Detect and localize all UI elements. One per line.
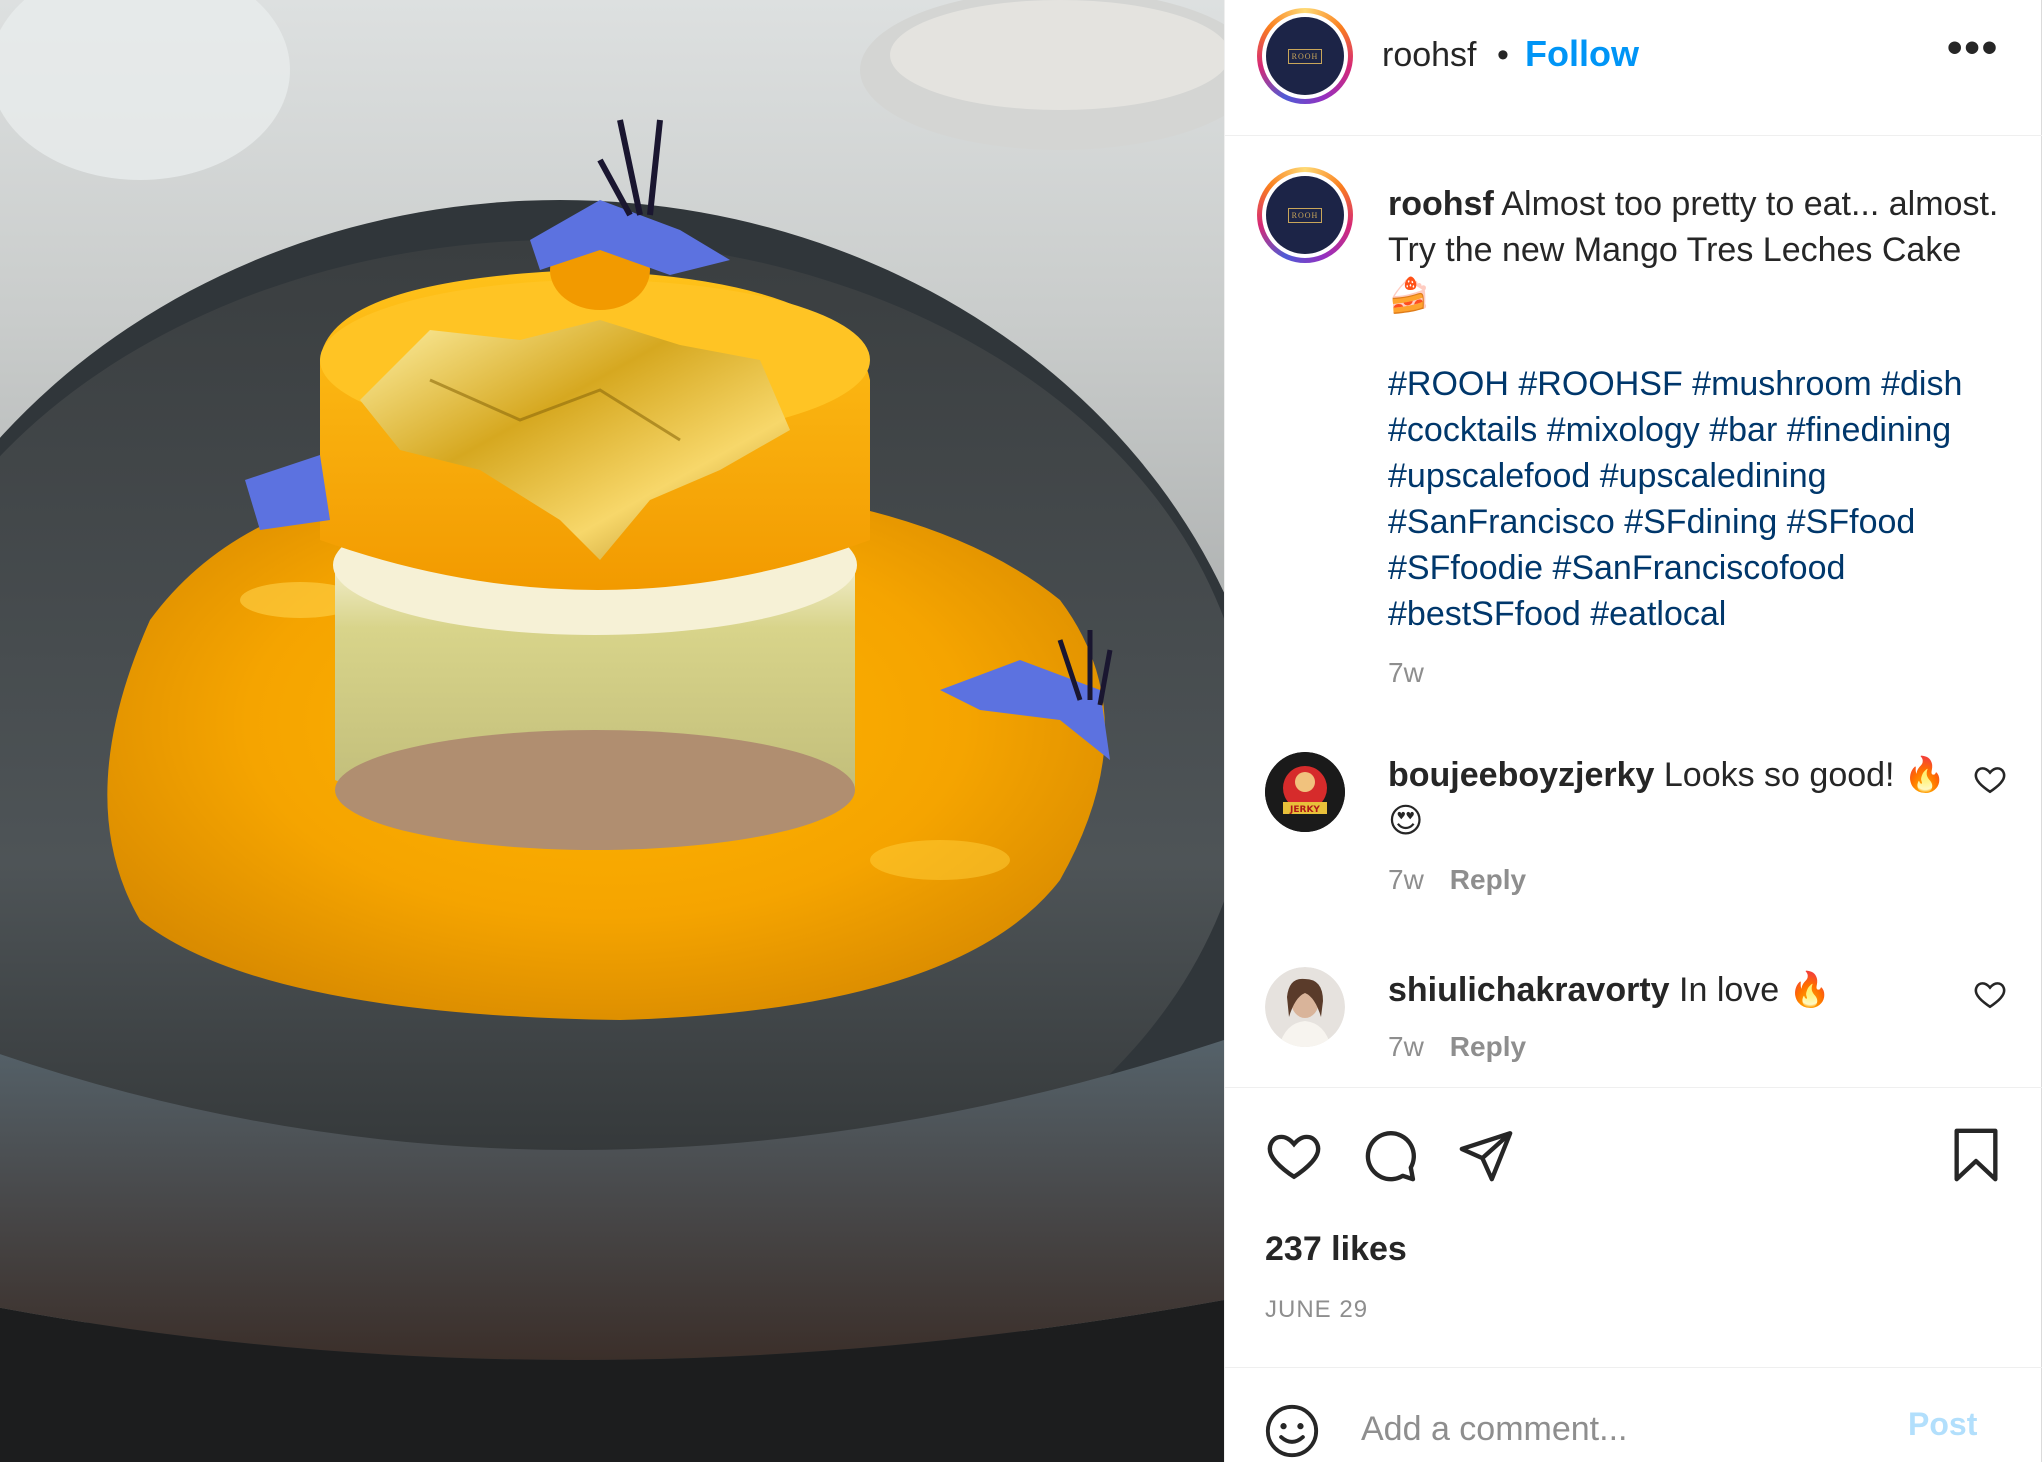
comment-composer: Post (1225, 1367, 2042, 1462)
comment-bubble-icon[interactable] (1361, 1126, 1419, 1184)
jerky-logo-icon: JERKY (1265, 752, 1345, 832)
author-username[interactable]: roohsf (1382, 36, 1477, 75)
bookmark-icon[interactable] (1947, 1126, 2005, 1184)
commenter-avatar[interactable] (1265, 967, 1345, 1047)
header-separator: • (1497, 36, 1509, 74)
rooh-logo-text: ROOH (1287, 207, 1323, 223)
comments-list[interactable]: ROOH roohsf Almost too pretty to eat... … (1225, 137, 2042, 1087)
mango-tres-leches-photo (0, 0, 1224, 1462)
more-options-icon[interactable]: ••• (1947, 26, 2003, 78)
comment-meta: 7w Reply (1388, 1031, 1526, 1063)
likes-count[interactable]: 237 likes (1265, 1230, 1407, 1269)
comment-body: boujeeboyzjerky Looks so good! 🔥 😍 (1388, 752, 1948, 844)
post-actions: 237 likes JUNE 29 (1225, 1087, 2042, 1367)
comment-timestamp[interactable]: 7w (1388, 1031, 1424, 1062)
post-photo[interactable] (0, 0, 1224, 1462)
post-comment-button[interactable]: Post (1908, 1406, 1977, 1443)
post-side-panel: ROOH roohsf • Follow ••• ROOH roohsf Alm… (1224, 0, 2042, 1462)
commenter-username[interactable]: boujeeboyzjerky (1388, 756, 1654, 794)
caption-hashtags[interactable]: #ROOH #ROOHSF #mushroom #dish #cocktails… (1388, 361, 2008, 637)
rooh-logo-text: ROOH (1287, 48, 1323, 64)
reply-button[interactable]: Reply (1450, 864, 1526, 895)
follow-button[interactable]: Follow (1525, 33, 1639, 75)
comment-input[interactable] (1361, 1404, 1881, 1454)
paper-plane-icon[interactable] (1457, 1126, 1515, 1184)
author-avatar-border: ROOH (1262, 13, 1348, 99)
caption-timestamp[interactable]: 7w (1388, 657, 1424, 689)
comment-like-heart-icon[interactable] (1973, 762, 2007, 796)
rooh-logo: ROOH (1266, 17, 1344, 95)
caption-avatar-border: ROOH (1262, 172, 1348, 258)
comment-meta: 7w Reply (1388, 864, 1526, 896)
smiley-icon[interactable] (1263, 1402, 1321, 1460)
comment-timestamp[interactable]: 7w (1388, 864, 1424, 895)
post-caption: roohsf Almost too pretty to eat... almos… (1388, 181, 2008, 319)
post-header: ROOH roohsf • Follow ••• (1225, 0, 2042, 136)
heart-icon[interactable] (1265, 1126, 1323, 1184)
commenter-avatar[interactable]: JERKY (1265, 752, 1345, 832)
author-avatar[interactable]: ROOH (1257, 8, 1353, 104)
commenter-photo (1265, 967, 1345, 1047)
jerky-logo-text: JERKY (1289, 805, 1320, 815)
rooh-logo: ROOH (1266, 176, 1344, 254)
caption-avatar[interactable]: ROOH (1257, 167, 1353, 263)
comment-text: In love 🔥 (1679, 971, 1831, 1009)
comment-body: shiulichakravorty In love 🔥 (1388, 967, 1948, 1013)
post-date[interactable]: JUNE 29 (1265, 1296, 1368, 1324)
comment-like-heart-icon[interactable] (1973, 977, 2007, 1011)
caption-username[interactable]: roohsf (1388, 185, 1494, 223)
commenter-username[interactable]: shiulichakravorty (1388, 971, 1670, 1009)
reply-button[interactable]: Reply (1450, 1031, 1526, 1062)
